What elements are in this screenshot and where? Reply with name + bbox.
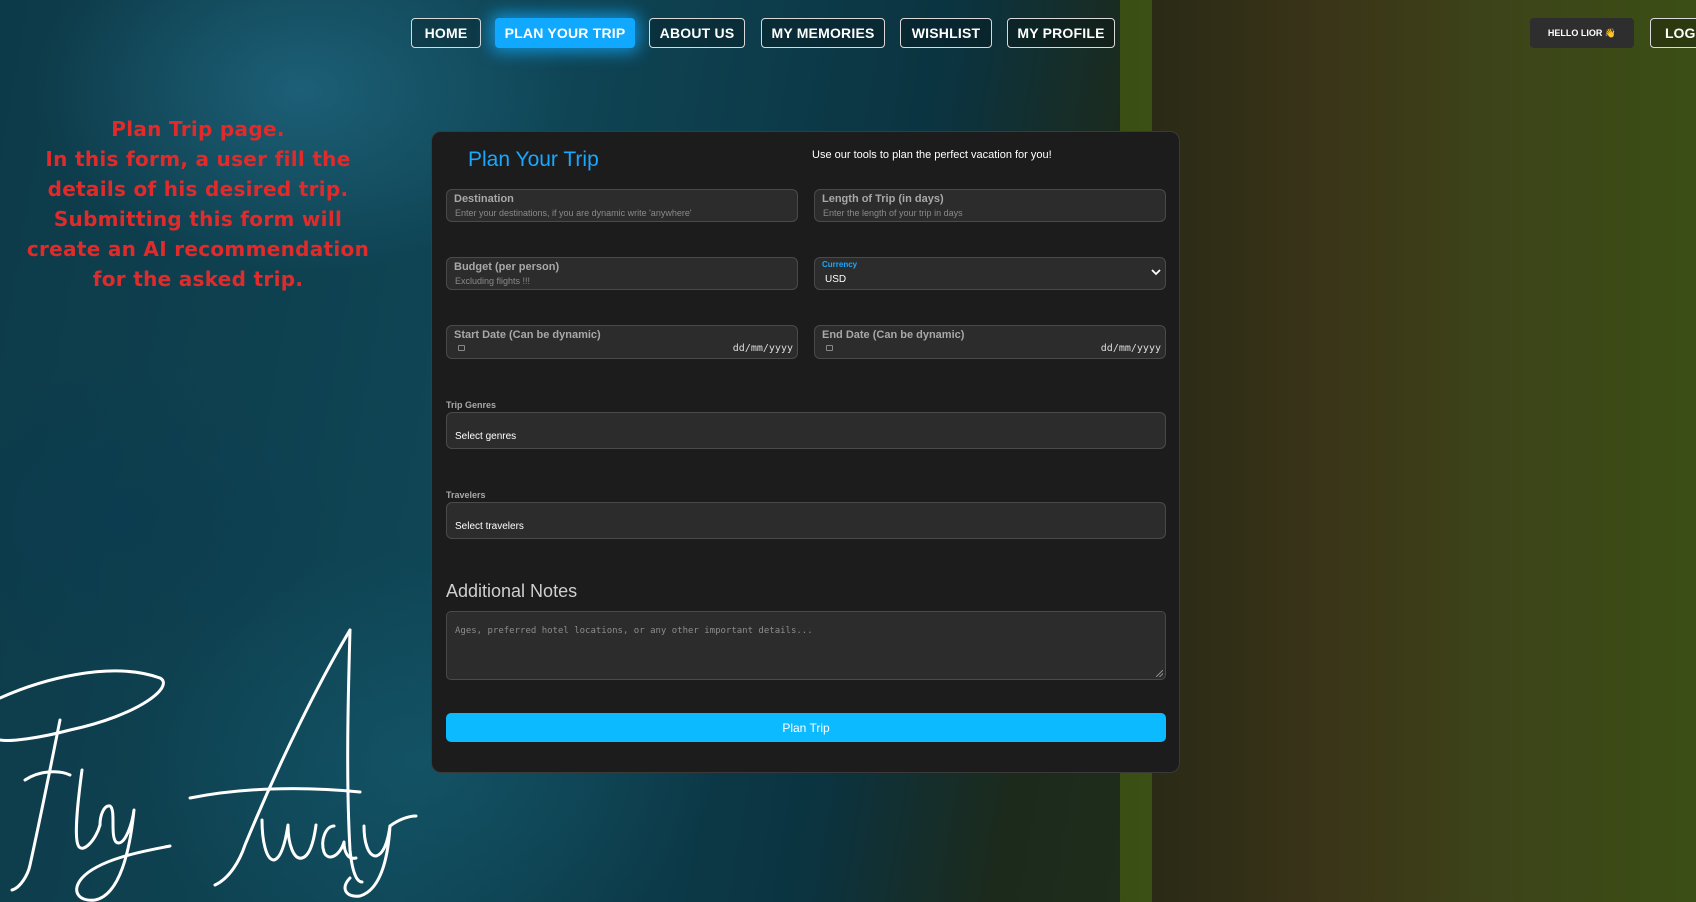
nav-about-button[interactable]: ABOUT US xyxy=(649,18,745,48)
travelers-select[interactable]: Select travelers xyxy=(446,502,1166,539)
resize-grip-icon[interactable] xyxy=(1156,670,1163,677)
user-greeting-button[interactable]: HELLO LIOR 👋 xyxy=(1530,18,1634,48)
trip-genres-value: Select genres xyxy=(455,431,517,442)
form-subtitle: Use our tools to plan the perfect vacati… xyxy=(812,149,1052,161)
end-date-format: dd/mm/yyyy xyxy=(1100,343,1161,354)
additional-notes-title: Additional Notes xyxy=(446,581,578,601)
end-date-field[interactable]: End Date (Can be dynamic) dd/mm/yyyy xyxy=(814,325,1166,359)
nav-home-button[interactable]: HOME xyxy=(411,18,481,48)
currency-select[interactable]: Currency USD xyxy=(814,257,1166,290)
budget-placeholder: Excluding flights !!! xyxy=(455,276,531,286)
plan-trip-button[interactable]: Plan Trip xyxy=(446,713,1166,742)
chevron-down-icon xyxy=(1151,269,1161,276)
budget-field[interactable]: Budget (per person) Excluding flights !!… xyxy=(446,257,798,290)
trip-length-placeholder: Enter the length of your trip in days xyxy=(823,208,963,218)
start-date-format: dd/mm/yyyy xyxy=(732,343,793,354)
start-date-field[interactable]: Start Date (Can be dynamic) dd/mm/yyyy xyxy=(446,325,798,359)
top-nav: HOME PLAN YOUR TRIP ABOUT US MY MEMORIES… xyxy=(0,18,1696,50)
destination-placeholder: Enter your destinations, if you are dyna… xyxy=(455,208,692,218)
budget-label: Budget (per person) xyxy=(454,261,560,273)
destination-label: Destination xyxy=(454,193,514,205)
end-date-label: End Date (Can be dynamic) xyxy=(822,329,965,341)
plan-trip-panel: Plan Your Trip Use our tools to plan the… xyxy=(431,131,1180,773)
trip-genres-select[interactable]: Select genres xyxy=(446,412,1166,449)
nav-profile-button[interactable]: MY PROFILE xyxy=(1007,18,1115,48)
nav-plan-trip-button[interactable]: PLAN YOUR TRIP xyxy=(495,18,635,48)
fly-away-signature-logo xyxy=(0,628,418,902)
annotation-line: create an AI recommendation xyxy=(26,237,370,261)
forest-background xyxy=(1120,0,1696,902)
trip-length-field[interactable]: Length of Trip (in days) Enter the lengt… xyxy=(814,189,1166,222)
nav-memories-button[interactable]: MY MEMORIES xyxy=(761,18,885,48)
travelers-value: Select travelers xyxy=(455,521,524,532)
page-annotation: Plan Trip page. In this form, a user fil… xyxy=(20,114,376,294)
currency-value: USD xyxy=(825,274,847,285)
trip-length-label: Length of Trip (in days) xyxy=(822,193,944,205)
nav-wishlist-button[interactable]: WISHLIST xyxy=(900,18,992,48)
logout-button[interactable]: LOGO xyxy=(1650,18,1696,48)
trip-genres-label: Trip Genres xyxy=(446,400,497,410)
travelers-label: Travelers xyxy=(446,490,486,500)
annotation-line: for the asked trip. xyxy=(92,267,304,291)
annotation-line: In this form, a user fill the xyxy=(45,147,351,171)
calendar-icon[interactable] xyxy=(458,345,465,351)
notes-placeholder: Ages, preferred hotel locations, or any … xyxy=(455,626,813,636)
form-title: Plan Your Trip xyxy=(468,148,599,171)
destination-field[interactable]: Destination Enter your destinations, if … xyxy=(446,189,798,222)
calendar-icon[interactable] xyxy=(826,345,833,351)
annotation-line: Submitting this form will xyxy=(53,207,343,231)
currency-label: Currency xyxy=(822,260,858,269)
start-date-label: Start Date (Can be dynamic) xyxy=(454,329,601,341)
annotation-line: details of his desired trip. xyxy=(47,177,349,201)
annotation-line: Plan Trip page. xyxy=(111,117,285,141)
additional-notes-textarea[interactable]: Ages, preferred hotel locations, or any … xyxy=(446,611,1166,680)
